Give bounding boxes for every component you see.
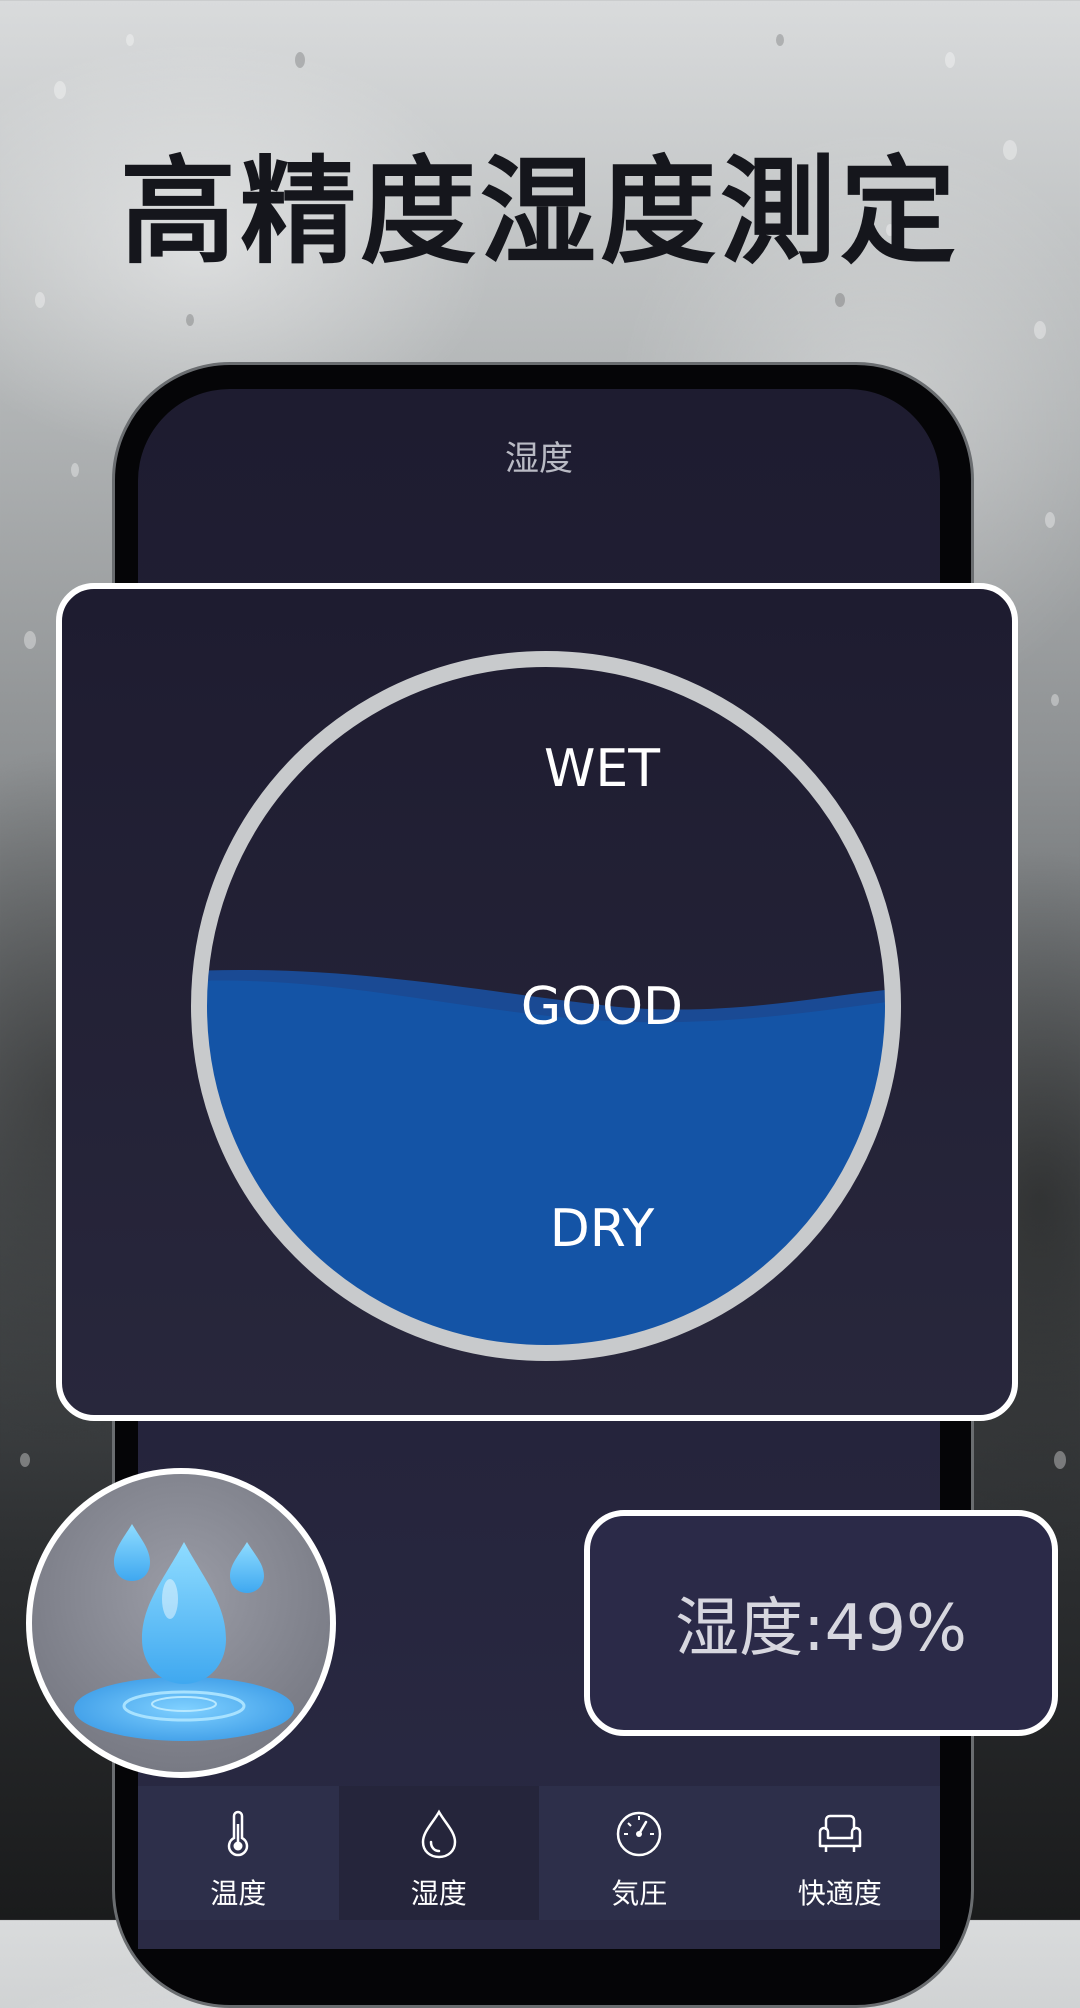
thermometer-icon	[228, 1810, 249, 1857]
tab-label: 湿度	[410, 1877, 467, 1910]
gauge-label-wet: WET	[543, 739, 661, 799]
water-drops-illustration	[26, 1468, 336, 1778]
humidity-gauge-card: WET GOOD DRY	[56, 583, 1018, 1421]
bottom-tab-bar: 温度 湿度 気圧 快適度	[138, 1786, 940, 1920]
tab-label: 気圧	[611, 1877, 668, 1910]
gauge-label-dry: DRY	[549, 1199, 655, 1259]
screen-title: 湿度	[505, 439, 573, 479]
droplet-icon	[421, 1809, 457, 1859]
tab-humidity[interactable]: 湿度	[338, 1786, 539, 1920]
gauge-icon	[617, 1811, 662, 1857]
humidity-reading: 湿度:49%	[675, 1592, 967, 1666]
water-drops-icon	[74, 1524, 294, 1741]
armchair-icon	[818, 1814, 861, 1852]
humidity-reading-card: 湿度:49%	[584, 1510, 1058, 1736]
gauge-label-good: GOOD	[520, 977, 684, 1037]
tab-comfort[interactable]: 快適度	[740, 1786, 941, 1920]
tab-temperature[interactable]: 温度	[138, 1786, 339, 1920]
tab-pressure[interactable]: 気圧	[539, 1786, 740, 1920]
tab-label: 温度	[210, 1877, 267, 1910]
headline: 高精度湿度測定	[120, 145, 960, 280]
tab-label: 快適度	[797, 1877, 882, 1910]
